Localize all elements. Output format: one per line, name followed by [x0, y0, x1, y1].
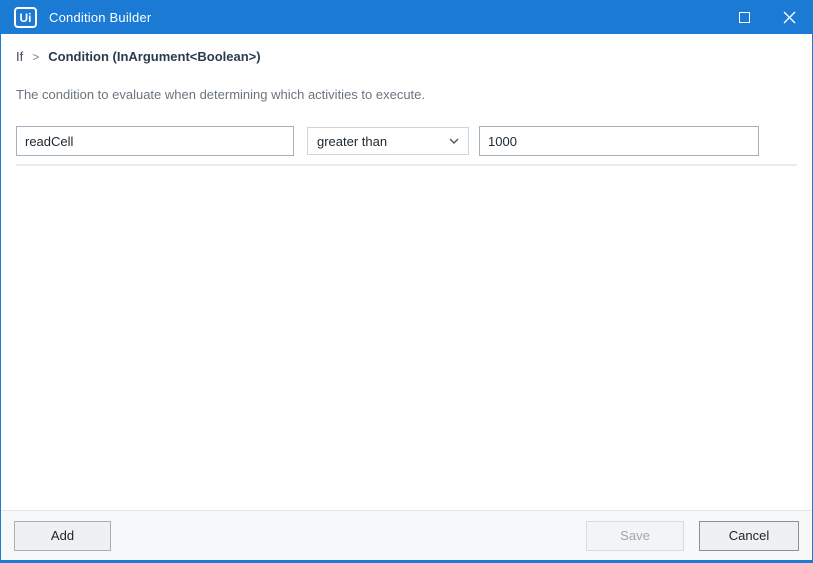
- titlebar: Ui Condition Builder: [1, 1, 812, 34]
- dialog-content: If > Condition (InArgument<Boolean>) The…: [1, 34, 812, 510]
- uipath-logo-text: Ui: [19, 10, 32, 25]
- uipath-logo: Ui: [14, 7, 37, 28]
- operator-select[interactable]: greater than: [307, 127, 469, 155]
- row-separator: [16, 164, 797, 166]
- window-title: Condition Builder: [49, 10, 152, 25]
- breadcrumb-separator: >: [32, 50, 40, 64]
- condition-builder-window: Ui Condition Builder If > Condition (InA…: [0, 0, 813, 563]
- add-button[interactable]: Add: [14, 520, 111, 551]
- condition-row: greater than: [16, 126, 797, 156]
- cancel-button[interactable]: Cancel: [699, 520, 799, 551]
- dialog-footer: Add Save Cancel: [1, 510, 812, 560]
- breadcrumb-item-if[interactable]: If: [16, 49, 23, 64]
- chevron-down-icon: [449, 138, 459, 144]
- maximize-icon: [739, 12, 750, 23]
- close-button[interactable]: [767, 1, 812, 34]
- breadcrumb-item-condition: Condition (InArgument<Boolean>): [48, 49, 261, 64]
- right-operand-input[interactable]: [479, 126, 759, 156]
- save-button[interactable]: Save: [586, 520, 684, 551]
- left-operand-input[interactable]: [16, 126, 294, 156]
- operator-selected-value: greater than: [317, 133, 388, 149]
- window-controls: [722, 1, 812, 34]
- close-icon: [783, 11, 796, 24]
- maximize-button[interactable]: [722, 1, 767, 34]
- condition-description: The condition to evaluate when determini…: [16, 87, 426, 102]
- breadcrumb: If > Condition (InArgument<Boolean>): [16, 49, 797, 64]
